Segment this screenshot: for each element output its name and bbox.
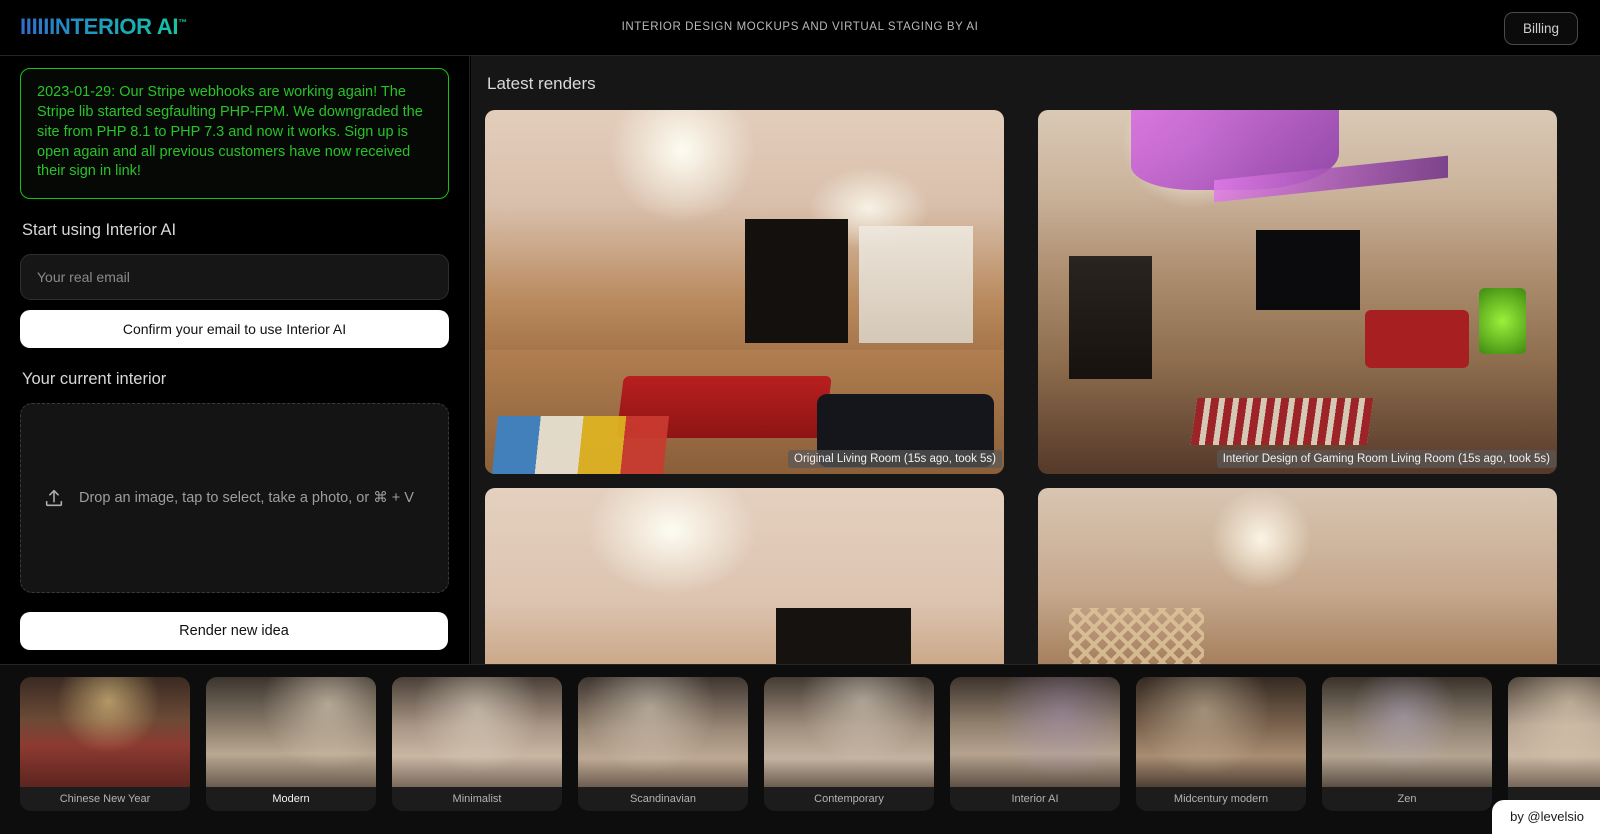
render-caption: Original Living Room (15s ago, took 5s) <box>788 450 1002 468</box>
status-banner: 2023-01-29: Our Stripe webhooks are work… <box>20 68 449 200</box>
billing-button[interactable]: Billing <box>1503 12 1578 45</box>
tagline: INTERIOR DESIGN MOCKUPS AND VIRTUAL STAG… <box>621 21 979 33</box>
render-card[interactable] <box>485 488 1004 664</box>
current-interior-title: Your current interior <box>22 370 167 389</box>
body-wrapper: 2023-01-29: Our Stripe webhooks are work… <box>0 56 1600 664</box>
style-thumbnail <box>764 677 934 787</box>
style-label: Minimalist <box>392 787 562 811</box>
style-label: Interior AI <box>950 787 1120 811</box>
style-thumbnail <box>950 677 1120 787</box>
trademark-icon: ™ <box>178 17 187 28</box>
style-card-next[interactable] <box>1508 677 1600 811</box>
style-label: Zen <box>1322 787 1492 811</box>
style-label: Chinese New Year <box>20 787 190 811</box>
style-thumbnail <box>20 677 190 787</box>
style-label: Scandinavian <box>578 787 748 811</box>
style-label: Midcentury modern <box>1136 787 1306 811</box>
render-card[interactable]: Interior Design of Gaming Room Living Ro… <box>1038 110 1557 474</box>
render-image <box>485 110 1004 474</box>
style-card-modern[interactable]: Modern <box>206 677 376 811</box>
sidebar: 2023-01-29: Our Stripe webhooks are work… <box>0 56 470 664</box>
start-using-title: Start using Interior AI <box>22 221 177 240</box>
app-root: IIIIIINTERIOR AI™ INTERIOR DESIGN MOCKUP… <box>0 0 1600 834</box>
page-title: Latest renders <box>487 74 596 93</box>
email-field[interactable] <box>20 254 449 301</box>
style-thumbnail <box>392 677 562 787</box>
upload-icon <box>43 487 65 509</box>
style-card-chinese-new-year[interactable]: Chinese New Year <box>20 677 190 811</box>
render-card[interactable] <box>1038 488 1557 664</box>
style-thumbnail <box>1136 677 1306 787</box>
main-content: Latest renders Original Living Room (15s… <box>471 56 1600 664</box>
style-thumbnail <box>1508 677 1600 787</box>
style-card-minimalist[interactable]: Minimalist <box>392 677 562 811</box>
credit-badge[interactable]: by @levelsio <box>1492 800 1600 834</box>
render-card[interactable]: Original Living Room (15s ago, took 5s) <box>485 110 1004 474</box>
style-thumbnail <box>206 677 376 787</box>
style-card-zen[interactable]: Zen <box>1322 677 1492 811</box>
app-logo[interactable]: IIIIIINTERIOR AI™ <box>20 14 187 40</box>
image-dropzone[interactable]: Drop an image, tap to select, take a pho… <box>20 403 449 594</box>
render-image <box>485 488 1004 664</box>
top-bar: IIIIIINTERIOR AI™ INTERIOR DESIGN MOCKUP… <box>0 0 1600 56</box>
style-thumbnail <box>578 677 748 787</box>
style-card-midcentury-modern[interactable]: Midcentury modern <box>1136 677 1306 811</box>
logo-prefix: IIIII <box>20 14 50 39</box>
render-image <box>1038 488 1557 664</box>
render-image <box>1038 110 1557 474</box>
style-filmstrip[interactable]: Chinese New Year Modern Minimalist Scand… <box>0 664 1600 834</box>
dropzone-label: Drop an image, tap to select, take a pho… <box>79 490 414 507</box>
style-card-contemporary[interactable]: Contemporary <box>764 677 934 811</box>
style-thumbnail <box>1322 677 1492 787</box>
style-card-interior-ai[interactable]: Interior AI <box>950 677 1120 811</box>
style-label: Contemporary <box>764 787 934 811</box>
style-label: Modern <box>206 787 376 811</box>
style-card-scandinavian[interactable]: Scandinavian <box>578 677 748 811</box>
renders-grid: Original Living Room (15s ago, took 5s) … <box>485 110 1600 664</box>
render-new-idea-button[interactable]: Render new idea <box>20 612 448 650</box>
logo-text: INTERIOR AI <box>49 14 179 39</box>
render-caption: Interior Design of Gaming Room Living Ro… <box>1216 450 1556 468</box>
confirm-email-button[interactable]: Confirm your email to use Interior AI <box>20 310 449 349</box>
